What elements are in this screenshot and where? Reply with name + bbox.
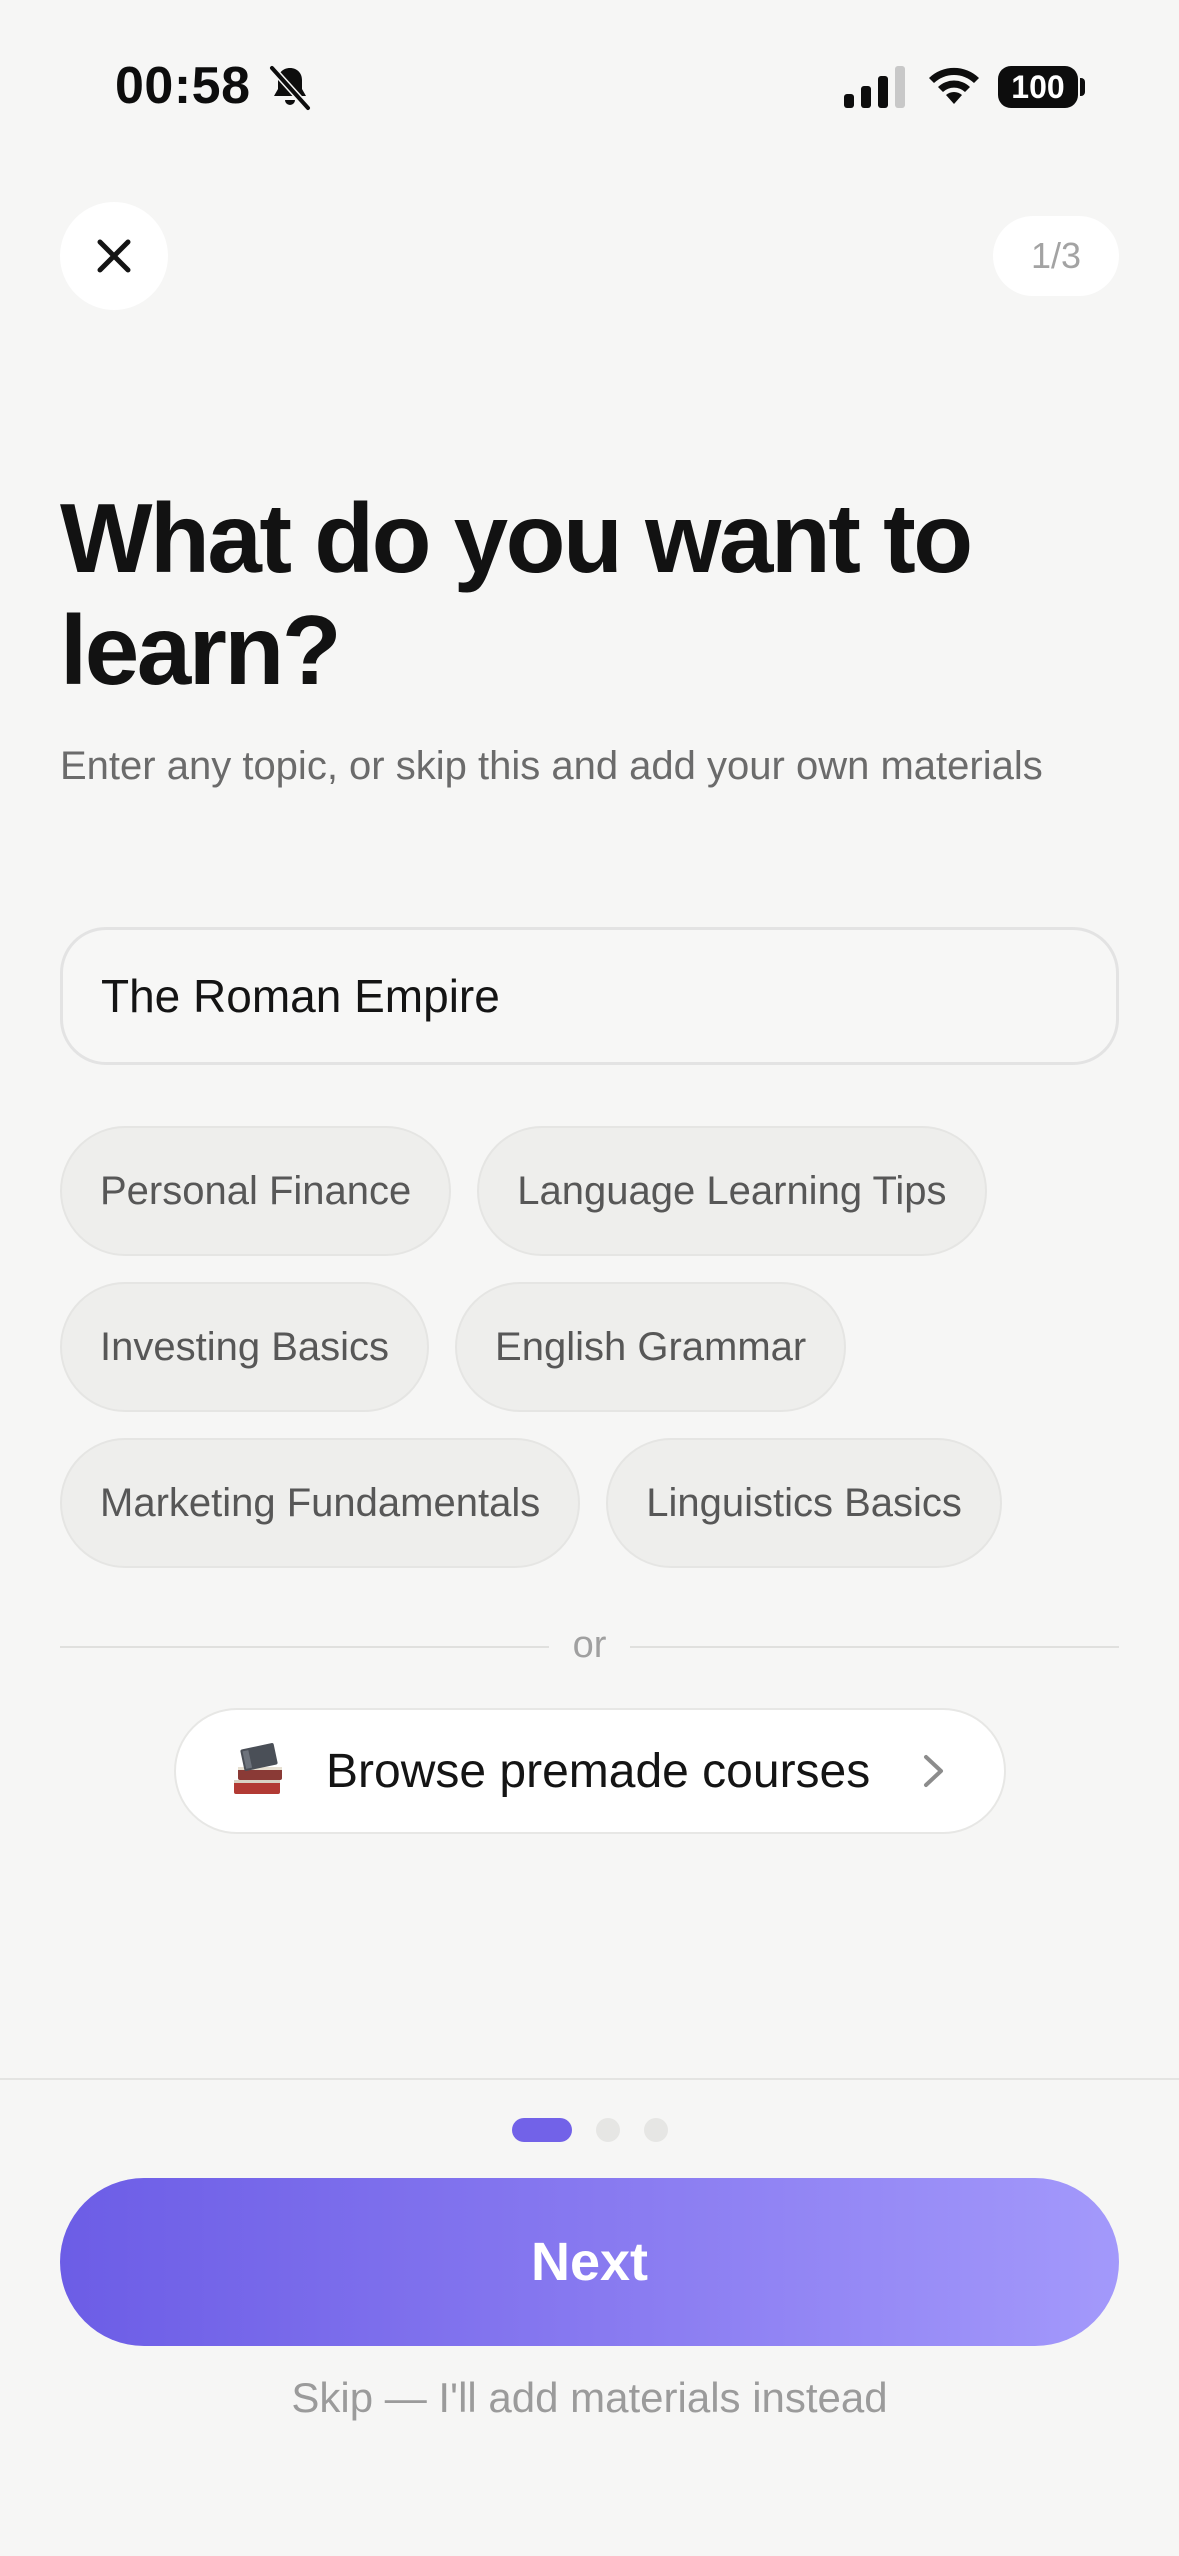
pagination-dots: [512, 2118, 668, 2142]
next-button[interactable]: Next: [60, 2178, 1119, 2346]
or-divider: or: [60, 1626, 1120, 1664]
bell-off-icon: [269, 65, 311, 111]
pagination-dot-active: [512, 2118, 572, 2142]
status-time: 00:58: [115, 57, 251, 115]
close-button[interactable]: [60, 202, 168, 310]
browse-courses-label: Browse premade courses: [326, 1744, 871, 1798]
suggestion-chip[interactable]: Linguistics Basics: [606, 1438, 1002, 1568]
skip-link[interactable]: Skip — I'll add materials instead: [0, 2374, 1179, 2422]
page-title: What do you want to learn?: [60, 483, 973, 705]
battery-nub: [1080, 78, 1085, 96]
suggestion-chip[interactable]: Investing Basics: [60, 1282, 430, 1412]
divider-text: or: [572, 1624, 607, 1666]
wifi-icon: [929, 67, 979, 104]
chevron-right-icon: [924, 1755, 943, 1787]
suggestion-chip[interactable]: Language Learning Tips: [477, 1126, 987, 1256]
cellular-signal-icon: [844, 66, 905, 108]
bottom-divider: [0, 2078, 1179, 2080]
books-icon: [234, 1743, 282, 1794]
divider-line: [630, 1646, 1120, 1648]
step-indicator: 1/3: [993, 216, 1119, 296]
pagination-dot: [596, 2118, 620, 2142]
topic-input[interactable]: [60, 927, 1119, 1065]
suggestion-chip[interactable]: English Grammar: [455, 1282, 847, 1412]
page-subtitle: Enter any topic, or skip this and add yo…: [60, 744, 1043, 788]
pagination-dot: [644, 2118, 668, 2142]
suggestion-chips: Personal Finance Language Learning Tips …: [60, 1126, 1120, 1568]
close-icon: [97, 239, 131, 273]
divider-line: [60, 1646, 549, 1648]
suggestion-chip[interactable]: Marketing Fundamentals: [60, 1438, 581, 1568]
browse-courses-button[interactable]: Browse premade courses: [174, 1708, 1006, 1834]
battery-icon: 100: [998, 66, 1078, 108]
suggestion-chip[interactable]: Personal Finance: [60, 1126, 452, 1256]
onboarding-screen: 00:58 100 1/3 What do you want to learn?…: [0, 0, 1179, 2556]
